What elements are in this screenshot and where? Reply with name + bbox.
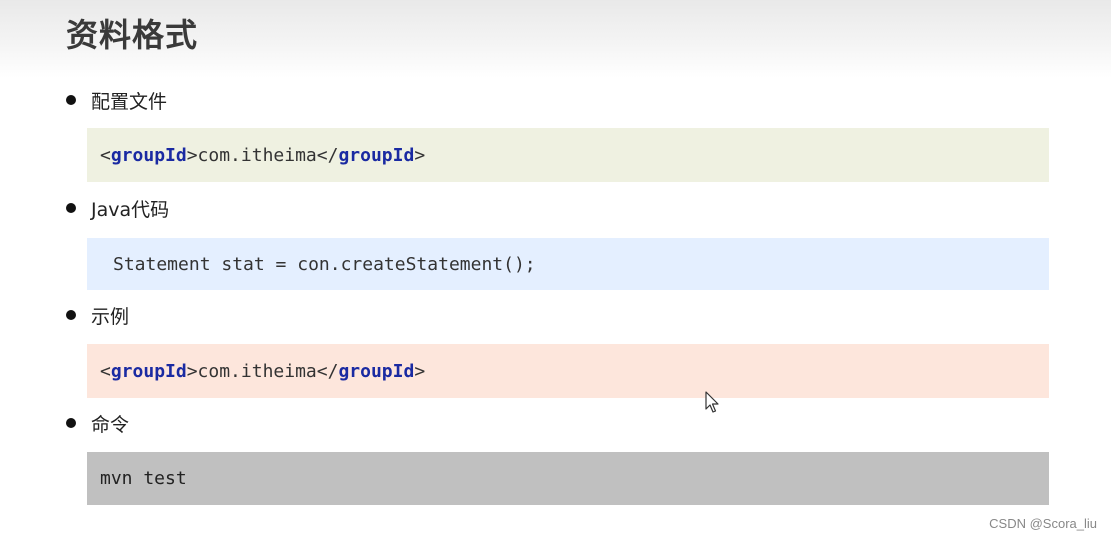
code-gt: > [414, 360, 426, 382]
code-gt: > [186, 144, 198, 166]
mouse-pointer-icon [705, 391, 719, 413]
bullet-java-code: Java代码 [66, 194, 169, 222]
code-text: Statement stat = con.createStatement(); [113, 253, 536, 275]
code-block-config: < groupId > com.itheima </groupId > [87, 128, 1049, 182]
code-gt: > [186, 360, 198, 382]
bullet-command: 命令 [66, 409, 129, 437]
code-block-java: Statement stat = con.createStatement(); [87, 238, 1049, 290]
bullet-label: 命令 [91, 413, 130, 436]
bullet-label: Java代码 [91, 198, 170, 221]
code-content: com.itheima [197, 360, 317, 382]
code-lt: < [100, 360, 111, 382]
code-block-command: mvn test [87, 452, 1049, 505]
bullet-dot-icon [66, 310, 76, 320]
code-lt: < [100, 144, 111, 166]
code-gt: > [414, 144, 426, 166]
code-tag-close: groupId [338, 144, 415, 166]
bullet-dot-icon [66, 95, 76, 105]
code-close-open: </ [316, 144, 339, 166]
code-tag-open: groupId [110, 360, 187, 382]
bullet-dot-icon [66, 203, 76, 213]
bullet-example: 示例 [66, 301, 129, 329]
code-close-open: </ [316, 360, 339, 382]
bullet-label: 示例 [91, 305, 130, 328]
code-tag-open: groupId [110, 144, 187, 166]
code-tag-close: groupId [338, 360, 415, 382]
code-block-example: < groupId > com.itheima </groupId > [87, 344, 1049, 398]
bullet-label: 配置文件 [91, 90, 168, 113]
bullet-config-file: 配置文件 [66, 86, 167, 114]
code-text: mvn test [100, 468, 187, 489]
page-title: 资料格式 [66, 16, 199, 54]
code-content: com.itheima [197, 144, 317, 166]
watermark: CSDN @Scora_liu [989, 516, 1097, 531]
bullet-dot-icon [66, 418, 76, 428]
